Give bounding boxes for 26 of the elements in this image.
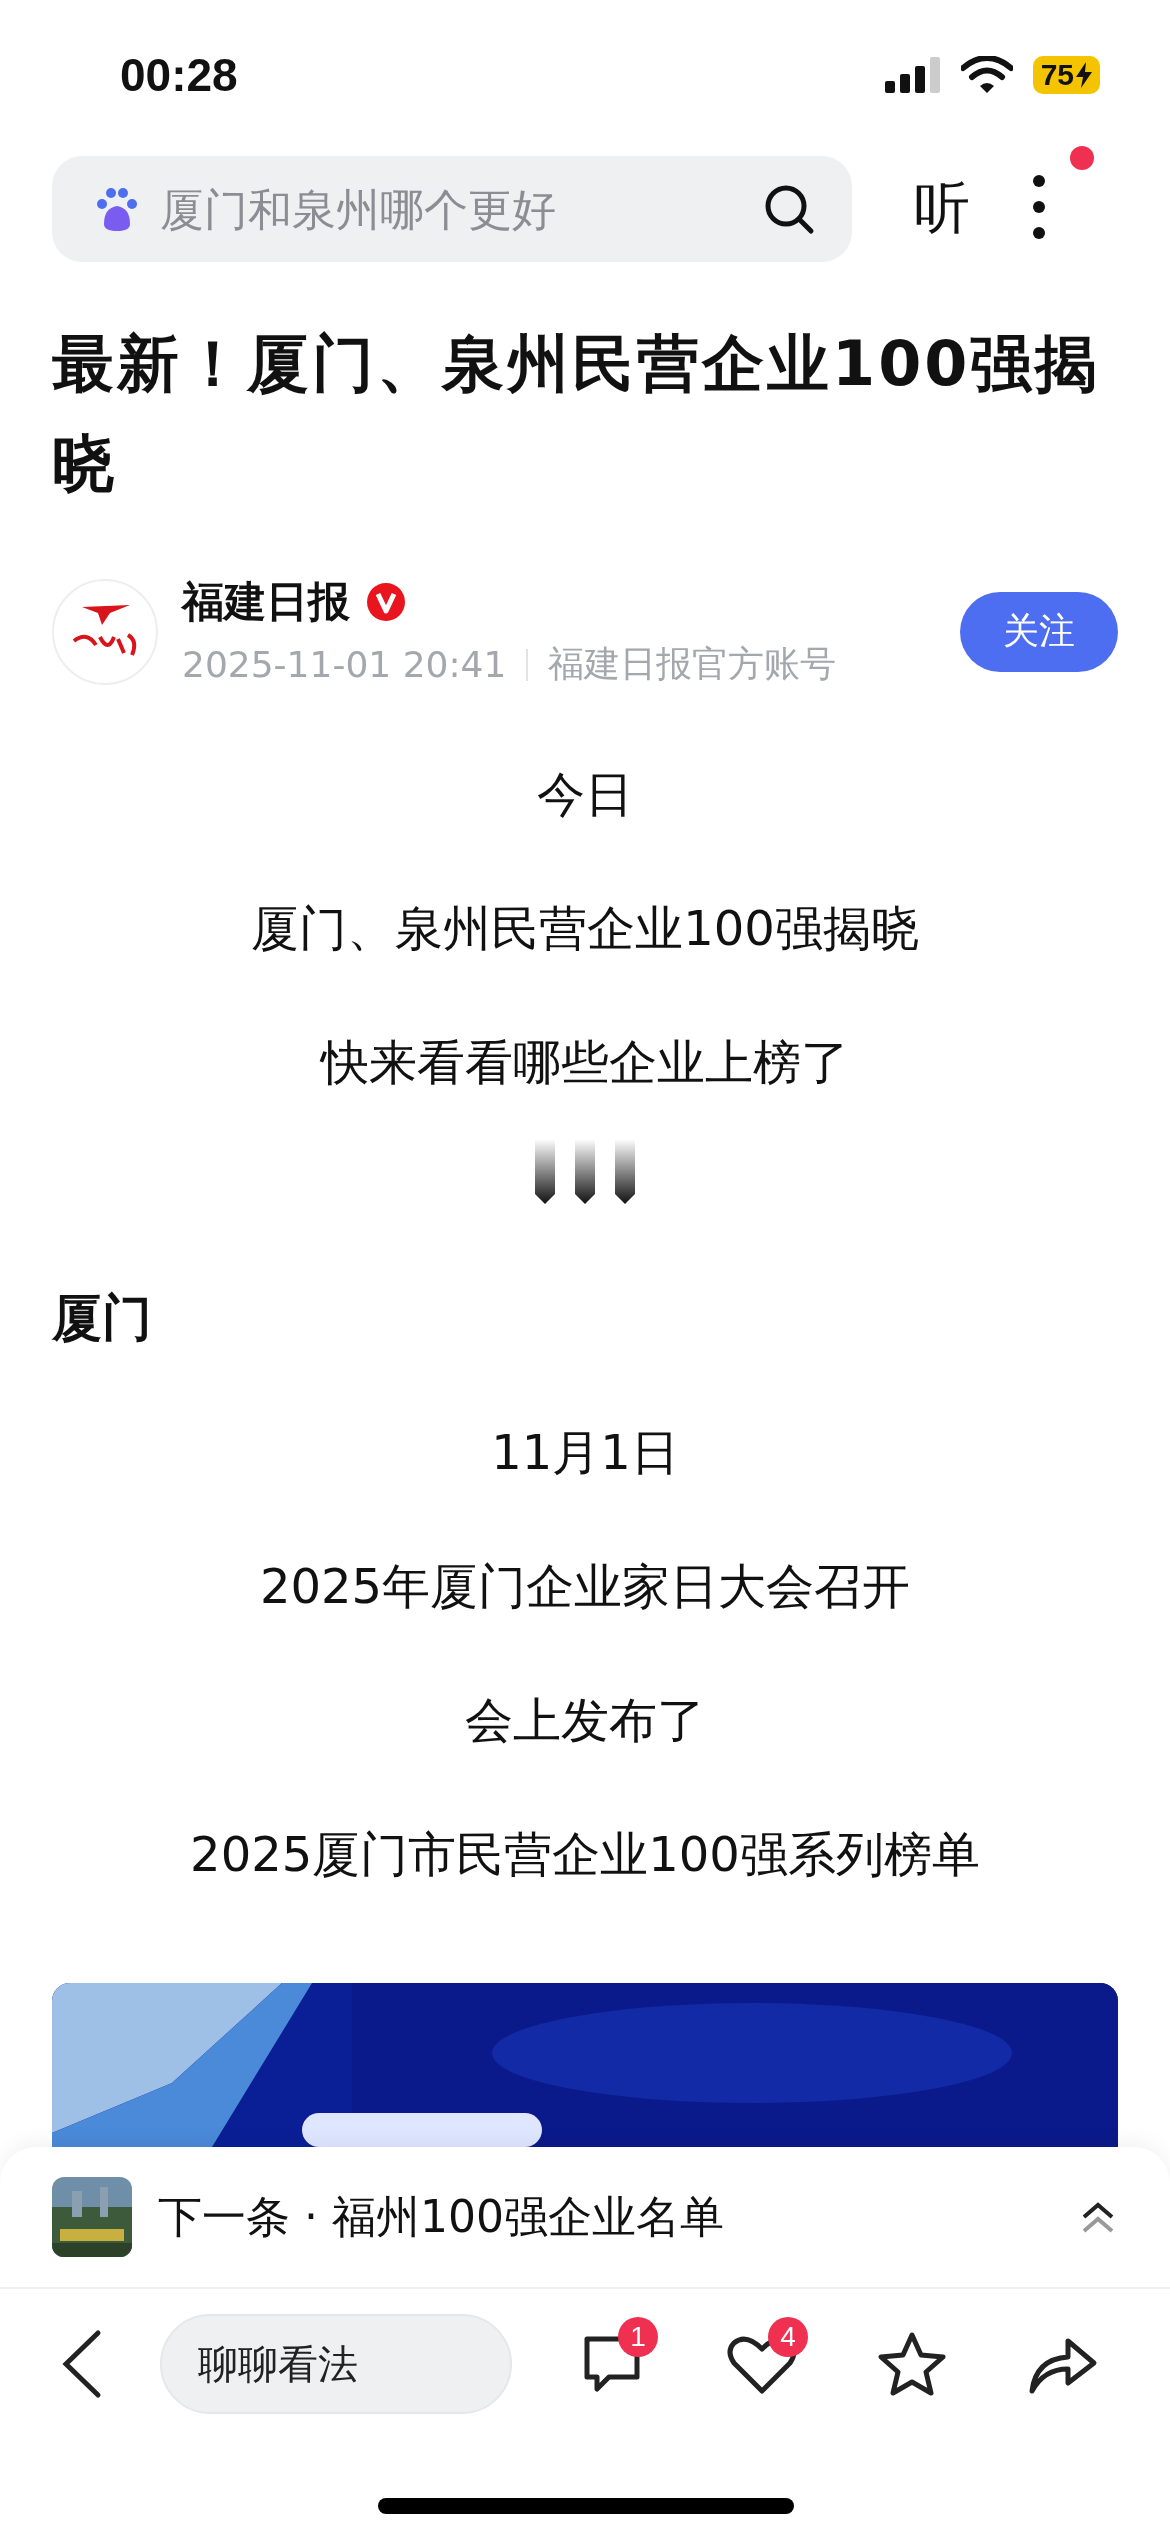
paragraph: 今日 xyxy=(536,765,634,824)
paragraph: 厦门、泉州民营企业100强揭晓 xyxy=(250,899,920,958)
battery-indicator: 75 xyxy=(1032,56,1100,94)
next-article-link[interactable]: 下一条 · 福州100强企业名单 xyxy=(158,2187,1052,2247)
wifi-icon xyxy=(960,56,1013,94)
like-count-badge: 4 xyxy=(768,2317,808,2357)
article-title: 最新！厦门、泉州民营企业100强揭晓 xyxy=(52,326,1102,502)
comment-field[interactable]: 聊聊看法 xyxy=(160,2314,512,2414)
paragraph: 2025年厦门企业家日大会召开 xyxy=(258,1557,912,1616)
paragraph: 会上发布了 xyxy=(464,1691,706,1750)
author-name[interactable]: 福建日报 xyxy=(182,574,350,630)
publish-date: 2025-11-01 20:41 xyxy=(182,644,507,685)
search-field[interactable]: 厦门和泉州哪个更好 xyxy=(158,182,746,236)
more-icon[interactable] xyxy=(1032,174,1046,240)
account-source: 福建日报官方账号 xyxy=(548,642,837,686)
search-bar[interactable]: 厦门和泉州哪个更好 xyxy=(52,156,852,262)
signal-icon xyxy=(884,57,941,93)
status-time: 00:28 xyxy=(120,48,238,102)
section-heading: 厦门 xyxy=(52,1288,153,1349)
paragraph: 2025厦门市民营企业100强系列榜单 xyxy=(189,1825,981,1884)
star-icon[interactable] xyxy=(877,2331,947,2397)
paragraph: 快来看看哪些企业上榜了 xyxy=(319,1033,850,1092)
comment-count-badge: 1 xyxy=(618,2317,658,2357)
follow-button[interactable]: 关注 xyxy=(960,591,1118,672)
paragraph: 11月1日 xyxy=(490,1423,680,1482)
listen-button[interactable]: 听 xyxy=(914,171,970,247)
